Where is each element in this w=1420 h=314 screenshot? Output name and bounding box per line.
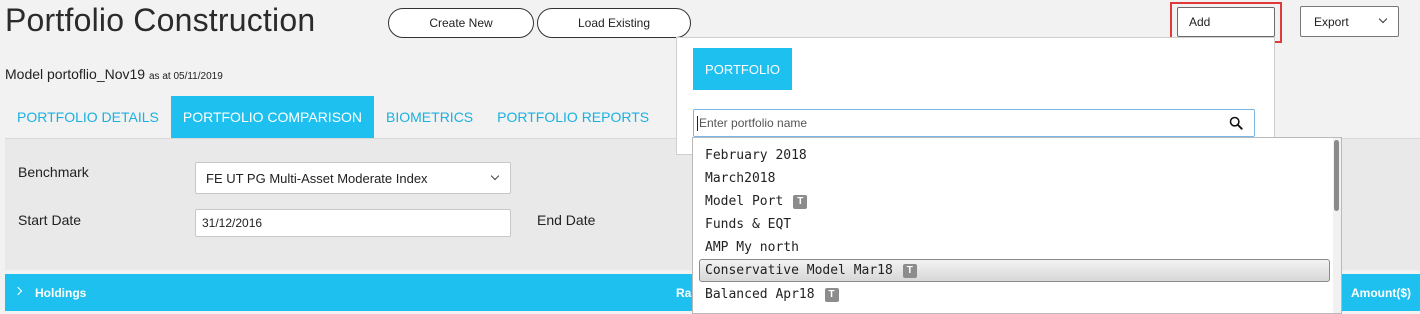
chevron-down-icon — [490, 171, 500, 181]
list-item-label: AMP My north — [705, 240, 799, 255]
column-header-ra: Ra — [676, 286, 692, 300]
search-icon[interactable] — [1229, 116, 1243, 130]
list-item-highlighted[interactable]: Conservative Model Mar18 T — [699, 259, 1330, 282]
page-title: Portfolio Construction — [5, 2, 316, 38]
list-item-label: Model Port — [705, 194, 784, 209]
end-date-label: End Date — [537, 212, 596, 228]
portfolio-search-input[interactable]: Enter portfolio name — [693, 109, 1255, 137]
tab-portfolio-comparison[interactable]: PORTFOLIO COMPARISON — [170, 96, 375, 138]
model-name: Model portoflio_Nov19 — [5, 66, 146, 82]
tab-bar: PORTFOLIO DETAILS PORTFOLIO COMPARISON B… — [5, 96, 661, 138]
benchmark-selected-value: FE UT PG Multi-Asset Moderate Index — [206, 170, 428, 186]
portfolio-suggestion-list[interactable]: February 2018 March2018 Model Port T Fun… — [692, 137, 1342, 314]
template-badge: T — [793, 194, 808, 209]
start-date-value: 31/12/2016 — [202, 216, 263, 230]
list-scrollbar[interactable] — [1333, 138, 1341, 313]
create-new-button[interactable]: Create New — [388, 8, 534, 38]
tab-biometrics[interactable]: BIOMETRICS — [374, 96, 485, 138]
column-header-amount: Amount($) — [1351, 286, 1411, 300]
list-item-label: March2018 — [705, 171, 776, 186]
tab-portfolio-details[interactable]: PORTFOLIO DETAILS — [5, 96, 171, 138]
tab-portfolio-reports[interactable]: PORTFOLIO REPORTS — [485, 96, 661, 138]
text-caret — [697, 116, 698, 131]
portfolio-search-placeholder: Enter portfolio name — [699, 116, 808, 130]
add-button[interactable]: Add — [1177, 7, 1275, 37]
benchmark-select[interactable]: FE UT PG Multi-Asset Moderate Index — [195, 162, 511, 194]
list-item[interactable]: Funds & EQT — [693, 213, 1333, 236]
list-item-label: Funds & EQT — [705, 217, 792, 232]
start-date-label: Start Date — [18, 212, 82, 228]
list-item[interactable]: AMP My north — [693, 236, 1333, 259]
list-item-label: February 2018 — [705, 148, 807, 163]
export-button-label: Export — [1314, 14, 1349, 29]
start-date-input[interactable]: 31/12/2016 — [195, 209, 511, 237]
list-item[interactable]: February 2018 — [693, 144, 1333, 167]
model-as-at: as at 05/11/2019 — [148, 71, 223, 82]
model-info: Model portoflio_Nov19 as at 05/11/2019 — [5, 66, 223, 82]
list-item[interactable]: Balanced Apr18 T — [693, 283, 1333, 306]
template-badge: T — [824, 287, 839, 302]
list-item[interactable]: March2018 — [693, 167, 1333, 190]
list-item[interactable]: Model Port T — [693, 190, 1333, 213]
template-badge: T — [902, 263, 917, 278]
portfolio-type-button[interactable]: PORTFOLIO — [693, 48, 792, 90]
holdings-label: Holdings — [35, 286, 87, 300]
chevron-down-icon — [1378, 14, 1388, 24]
list-item-label: Balanced Apr18 — [705, 287, 815, 302]
benchmark-label: Benchmark — [18, 164, 89, 180]
add-button-label: Add — [1189, 15, 1211, 29]
load-existing-button[interactable]: Load Existing — [537, 8, 691, 38]
scrollbar-thumb[interactable] — [1334, 140, 1339, 211]
chevron-right-icon[interactable] — [13, 286, 23, 296]
export-button[interactable]: Export — [1300, 6, 1399, 37]
list-item-label: Conservative Model Mar18 — [705, 263, 893, 278]
